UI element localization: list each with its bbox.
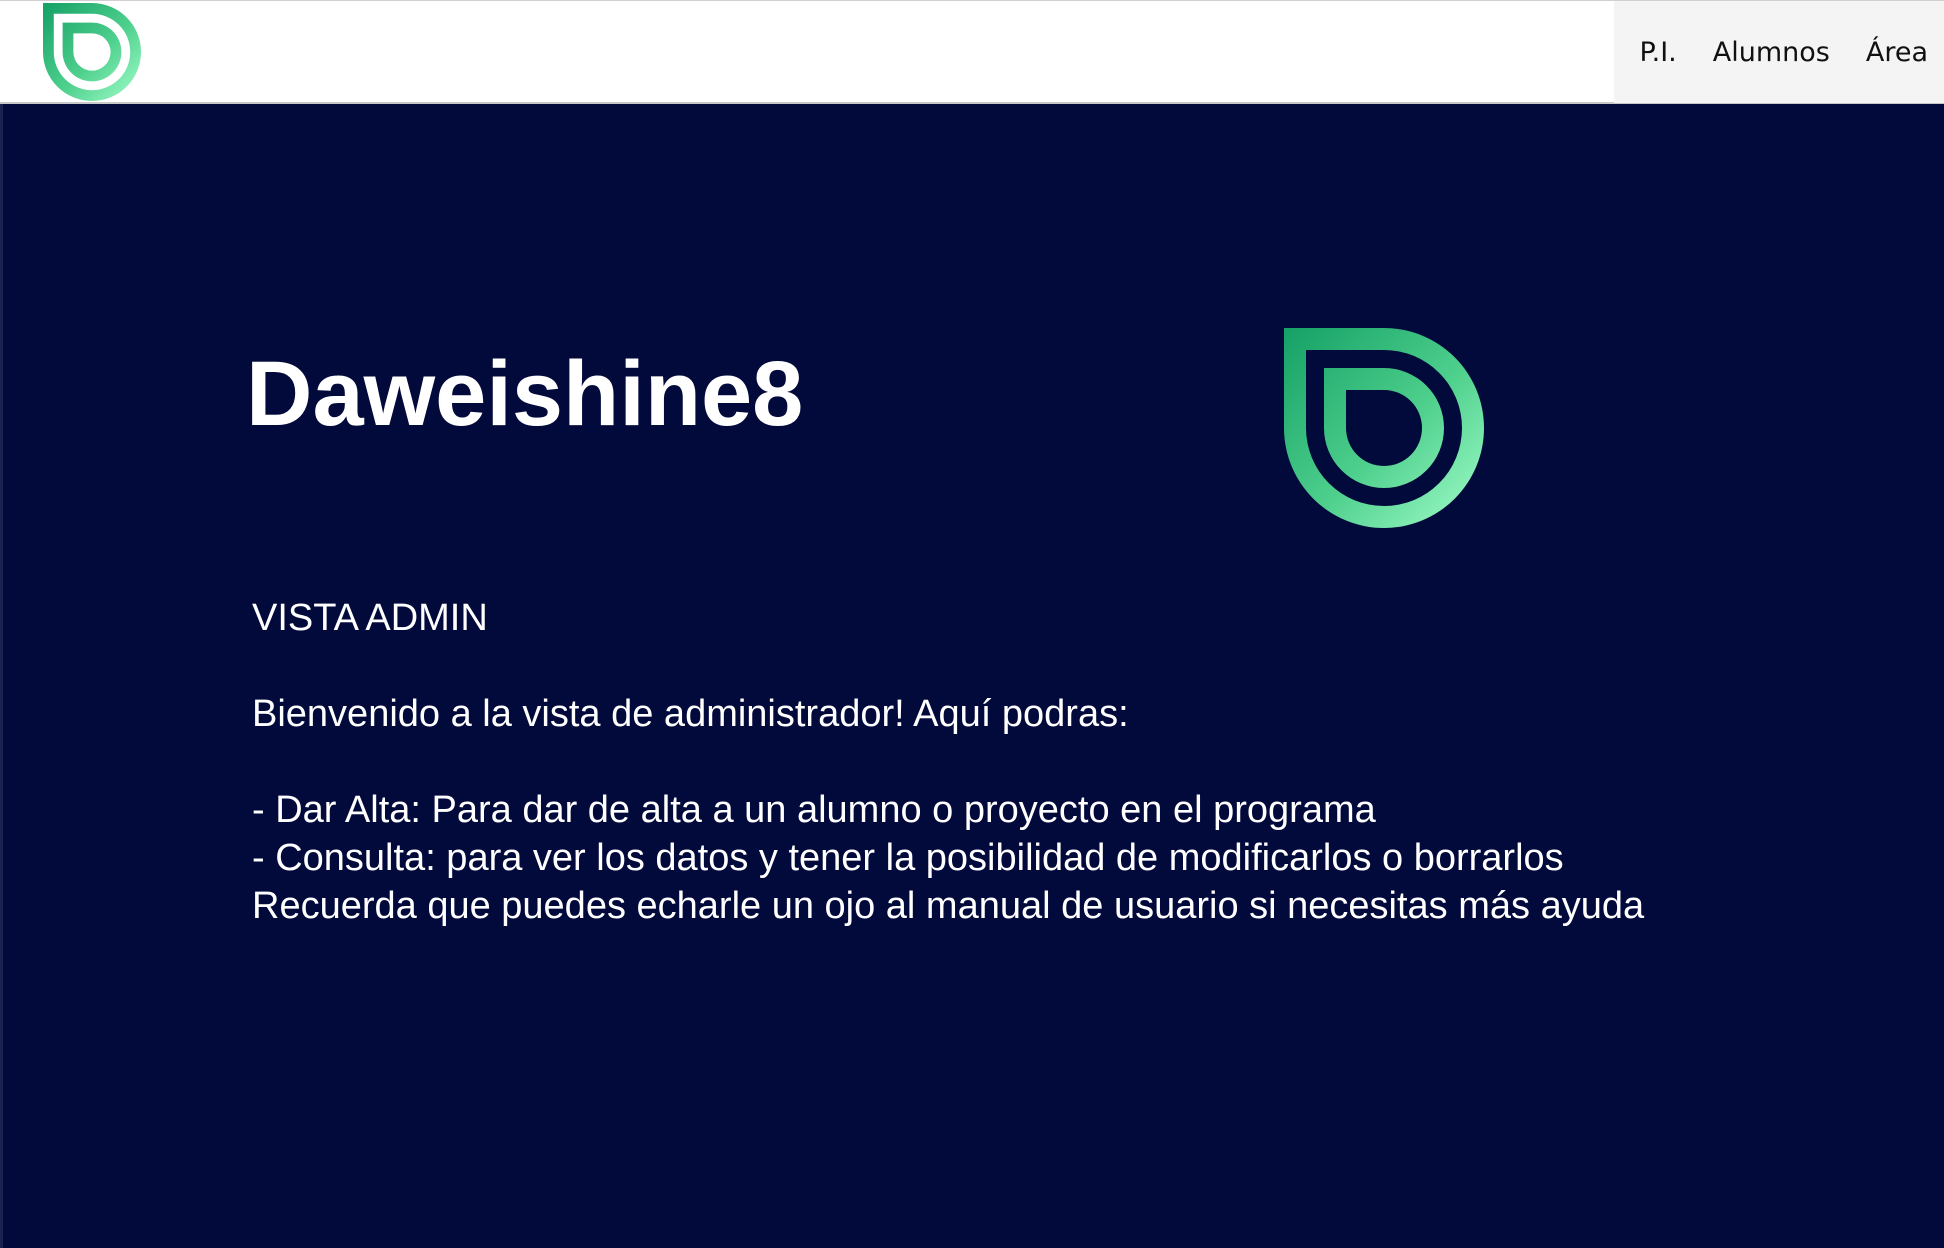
nav-link-alumnos[interactable]: Alumnos — [1713, 37, 1830, 68]
admin-description: VISTA ADMIN Bienvenido a la vista de adm… — [252, 594, 1752, 930]
nav-link-area[interactable]: Área — [1866, 37, 1928, 68]
brand-logo-icon — [1284, 328, 1484, 528]
view-label: VISTA ADMIN — [252, 597, 488, 639]
brand-title: Daweishine8 — [246, 343, 804, 445]
list-item-dar-alta: - Dar Alta: Para dar de alta a un alumno… — [252, 789, 1376, 831]
top-navbar: P.I. Alumnos Área — [0, 0, 1944, 104]
welcome-text: Bienvenido a la vista de administrador! … — [252, 693, 1129, 735]
brand-logo-icon[interactable] — [40, 3, 144, 101]
nav-link-pi[interactable]: P.I. — [1640, 37, 1677, 68]
main-nav: P.I. Alumnos Área — [1614, 1, 1944, 103]
reminder-text: Recuerda que puedes echarle un ojo al ma… — [252, 885, 1645, 927]
list-item-consulta: - Consulta: para ver los datos y tener l… — [252, 837, 1564, 879]
main-content: Daweishine8 VISTA ADMIN Bienvenido a la … — [0, 104, 1944, 1248]
